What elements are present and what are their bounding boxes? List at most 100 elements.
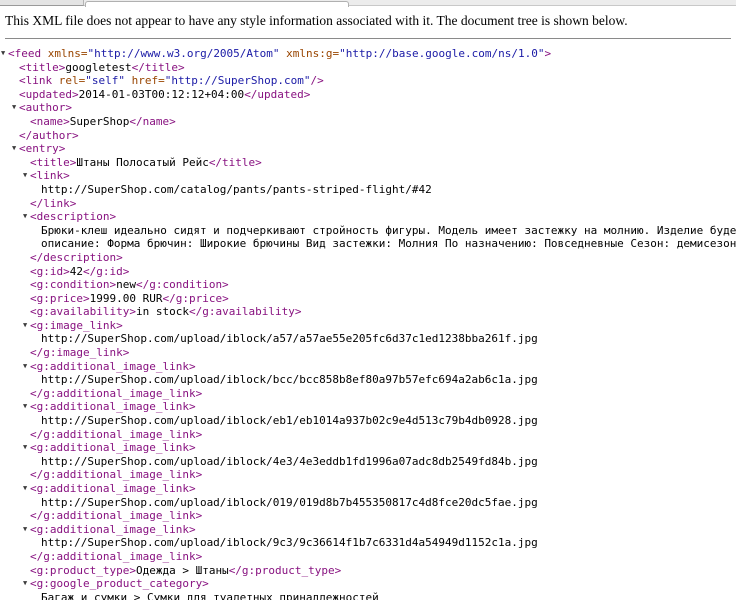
collapse-arrow-icon[interactable]: ▼ bbox=[23, 319, 27, 333]
xml-token: http://SuperShop.com/upload/iblock/019/0… bbox=[41, 496, 538, 509]
xml-token: <title> bbox=[19, 61, 65, 74]
xml-token: </title> bbox=[132, 61, 185, 74]
xml-line: ▼<author> bbox=[0, 101, 736, 115]
xml-token: <g:availability> bbox=[30, 305, 136, 318]
collapse-arrow-icon[interactable]: ▼ bbox=[23, 169, 27, 183]
xml-token: </g:additional_image_link> bbox=[30, 550, 202, 563]
xml-line: ▼<g:additional_image_link> bbox=[0, 400, 736, 414]
xml-line: </link> bbox=[0, 197, 736, 211]
xml-token: </updated> bbox=[244, 88, 310, 101]
xml-token: 42 bbox=[70, 265, 83, 278]
xml-line: <g:price>1999.00 RUR</g:price> bbox=[0, 292, 736, 306]
collapse-arrow-icon[interactable]: ▼ bbox=[23, 400, 27, 414]
xml-token: <g:additional_image_link> bbox=[30, 360, 196, 373]
browser-tab-edge[interactable] bbox=[0, 0, 84, 6]
xml-token: /> bbox=[310, 74, 323, 87]
collapse-arrow-icon[interactable]: ▼ bbox=[1, 47, 5, 61]
xml-token: "http://SuperShop.com" bbox=[165, 74, 311, 87]
xml-token: http://SuperShop.com/upload/iblock/bcc/b… bbox=[41, 373, 538, 386]
collapse-arrow-icon[interactable]: ▼ bbox=[12, 142, 16, 156]
xml-token: "http://base.google.com/ns/1.0" bbox=[339, 47, 544, 60]
xml-token: <g:additional_image_link> bbox=[30, 441, 196, 454]
collapse-arrow-icon[interactable]: ▼ bbox=[23, 482, 27, 496]
collapse-arrow-icon[interactable]: ▼ bbox=[23, 360, 27, 374]
collapse-arrow-icon[interactable]: ▼ bbox=[12, 101, 16, 115]
xml-token: SuperShop bbox=[70, 115, 130, 128]
xml-line: Брюки-клеш идеально сидят и подчеркивают… bbox=[0, 224, 736, 238]
collapse-arrow-icon[interactable]: ▼ bbox=[23, 210, 27, 224]
xml-token: Штаны Полосатый Рейс bbox=[76, 156, 208, 169]
xml-token: </link> bbox=[30, 197, 76, 210]
xml-line: <g:id>42</g:id> bbox=[0, 265, 736, 279]
xml-token: <link bbox=[19, 74, 52, 87]
xml-token: http://SuperShop.com/upload/iblock/a57/a… bbox=[41, 332, 538, 345]
xml-token: <author> bbox=[19, 101, 72, 114]
xml-token: </name> bbox=[129, 115, 175, 128]
xml-line: Багаж и сумки > Сумки для туалетных прин… bbox=[0, 591, 736, 600]
xml-token: </g:id> bbox=[83, 265, 129, 278]
xml-line: </g:additional_image_link> bbox=[0, 468, 736, 482]
xml-line: ▼<g:additional_image_link> bbox=[0, 523, 736, 537]
xml-token: </g:availability> bbox=[189, 305, 302, 318]
xml-line: ▼<link> bbox=[0, 169, 736, 183]
xml-line: ▼<description> bbox=[0, 210, 736, 224]
xml-line: ▼<entry> bbox=[0, 142, 736, 156]
xml-token: <link> bbox=[30, 169, 70, 182]
xml-token: rel= bbox=[52, 74, 85, 87]
xml-token: http://SuperShop.com/upload/iblock/4e3/4… bbox=[41, 455, 538, 468]
xml-token: <entry> bbox=[19, 142, 65, 155]
browser-chrome-sliver bbox=[0, 0, 736, 6]
xml-token: xmlns= bbox=[41, 47, 87, 60]
xml-token: <g:additional_image_link> bbox=[30, 523, 196, 536]
xml-token: </g:additional_image_link> bbox=[30, 468, 202, 481]
xml-token: <g:id> bbox=[30, 265, 70, 278]
xml-token: <g:google_product_category> bbox=[30, 577, 209, 590]
xml-token: Одежда > Штаны bbox=[136, 564, 229, 577]
xml-token: 2014-01-03T00:12:12+04:00 bbox=[79, 88, 245, 101]
xml-token: <g:condition> bbox=[30, 278, 116, 291]
collapse-arrow-icon[interactable]: ▼ bbox=[23, 441, 27, 455]
xml-token: </g:condition> bbox=[136, 278, 229, 291]
xml-token: </g:price> bbox=[162, 292, 228, 305]
xml-line: http://SuperShop.com/upload/iblock/a57/a… bbox=[0, 332, 736, 346]
xml-token: <feed bbox=[8, 47, 41, 60]
xml-line: <updated>2014-01-03T00:12:12+04:00</upda… bbox=[0, 88, 736, 102]
xml-token: 1999.00 RUR bbox=[90, 292, 163, 305]
xml-line: <name>SuperShop</name> bbox=[0, 115, 736, 129]
xml-token: <g:price> bbox=[30, 292, 90, 305]
xml-token: http://SuperShop.com/upload/iblock/9c3/9… bbox=[41, 536, 538, 549]
xml-line: ▼<g:additional_image_link> bbox=[0, 482, 736, 496]
xml-token: googletest bbox=[65, 61, 131, 74]
xml-token: </g:additional_image_link> bbox=[30, 509, 202, 522]
xml-token: </title> bbox=[209, 156, 262, 169]
omnibox-edge[interactable] bbox=[85, 1, 349, 7]
xml-token: <g:image_link> bbox=[30, 319, 123, 332]
xml-token: </g:additional_image_link> bbox=[30, 428, 202, 441]
xml-token: > bbox=[544, 47, 551, 60]
xml-token: http://SuperShop.com/upload/iblock/eb1/e… bbox=[41, 414, 538, 427]
xml-line: http://SuperShop.com/catalog/pants/pants… bbox=[0, 183, 736, 197]
xml-token: in stock bbox=[136, 305, 189, 318]
xml-token: "http://www.w3.org/2005/Atom" bbox=[87, 47, 279, 60]
collapse-arrow-icon[interactable]: ▼ bbox=[23, 577, 27, 591]
xml-token: <description> bbox=[30, 210, 116, 223]
xml-line: http://SuperShop.com/upload/iblock/eb1/e… bbox=[0, 414, 736, 428]
xml-token: "self" bbox=[85, 74, 125, 87]
xml-line: ▼<g:google_product_category> bbox=[0, 577, 736, 591]
xml-line: http://SuperShop.com/upload/iblock/bcc/b… bbox=[0, 373, 736, 387]
xml-token: Брюки-клеш идеально сидят и подчеркивают… bbox=[41, 224, 736, 237]
xml-token: </author> bbox=[19, 129, 79, 142]
xml-token: new bbox=[116, 278, 136, 291]
xml-line: <title>googletest</title> bbox=[0, 61, 736, 75]
xml-line: ▼<g:additional_image_link> bbox=[0, 441, 736, 455]
xml-line: </g:additional_image_link> bbox=[0, 428, 736, 442]
xml-token: </description> bbox=[30, 251, 123, 264]
collapse-arrow-icon[interactable]: ▼ bbox=[23, 523, 27, 537]
xml-token: </g:product_type> bbox=[229, 564, 342, 577]
xml-token: <title> bbox=[30, 156, 76, 169]
xml-token: href= bbox=[125, 74, 165, 87]
xml-token: <g:additional_image_link> bbox=[30, 400, 196, 413]
xml-line: </description> bbox=[0, 251, 736, 265]
xml-line: ▼<g:image_link> bbox=[0, 319, 736, 333]
xml-line: </author> bbox=[0, 129, 736, 143]
